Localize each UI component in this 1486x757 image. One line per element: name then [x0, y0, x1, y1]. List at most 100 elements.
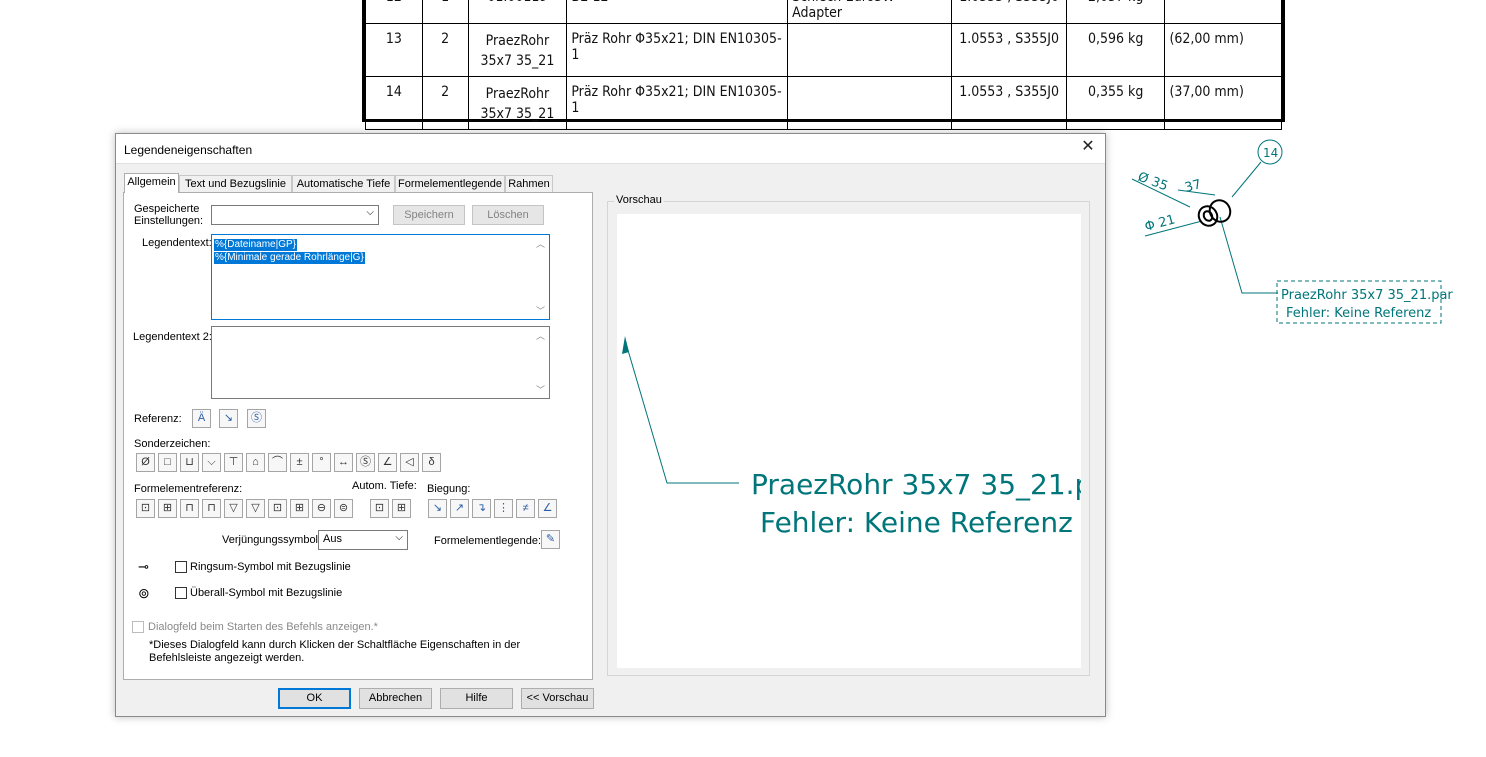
ok-button[interactable]: OK — [278, 688, 351, 709]
tab-text-bezugslinie[interactable]: Text und Bezugslinie — [179, 175, 292, 192]
feature-ref-thread-icon[interactable]: ⊞ — [158, 499, 177, 518]
auto-depth-hole-icon[interactable]: ⊡ — [370, 499, 389, 518]
feature-ref-cs-depth-icon[interactable]: ▽ — [246, 499, 265, 518]
taper-value: Aus — [323, 533, 342, 545]
preview-leader-line — [624, 339, 739, 484]
show-on-start-label: Dialogfeld beim Starten des Befehls anze… — [148, 621, 378, 633]
ueberall-label: Überall-Symbol mit Bezugslinie — [190, 587, 343, 599]
balloon-leader — [1231, 161, 1262, 198]
cell-mass: 0,596 kg — [1065, 23, 1166, 77]
feature-ref-pipe-icon[interactable]: ⊖ — [312, 499, 331, 518]
tube-icon — [1197, 199, 1232, 227]
cell-notes — [787, 23, 953, 77]
table-row: 14 2 PraezRohr 35x7 35_21 Präz Rohr Φ35x… — [365, 76, 1282, 130]
feature-ref-slot-thread-icon[interactable]: ⊞ — [290, 499, 309, 518]
bend-direction-icon[interactable]: ↘ — [428, 499, 447, 518]
bend-dimension-icon[interactable]: ∠ — [538, 499, 557, 518]
delete-button[interactable]: Löschen — [472, 205, 544, 225]
ringsum-checkbox[interactable] — [175, 561, 187, 573]
cell-name: PraezRohr 35x7 35_21 — [467, 76, 568, 130]
table-row: 12 1 01.00119 BE-12 Schlech-Euro3W-Adapt… — [365, 0, 1282, 24]
slope-icon[interactable]: ⌂ — [246, 453, 265, 472]
tab-allgemein[interactable]: Allgemein — [124, 173, 179, 193]
legend-text2-scrollbar[interactable]: ︿ ﹀ — [532, 327, 549, 398]
reference-st-icon[interactable]: Ⓢ — [247, 409, 266, 428]
preview-text-line1: PraezRohr 35x7 35_21.par — [751, 468, 1081, 501]
angle-icon[interactable]: ∠ — [378, 453, 397, 472]
cell-material: 1.0553 , S355J0 — [951, 23, 1067, 77]
close-icon[interactable]: ✕ — [1079, 138, 1097, 156]
save-button[interactable]: Speichern — [393, 205, 465, 225]
plus-minus-icon[interactable]: ± — [290, 453, 309, 472]
preview-group-label: Vorschau — [614, 194, 664, 206]
cancel-button[interactable]: Abbrechen — [359, 688, 432, 709]
auto-depth-label: Autom. Tiefe: — [352, 480, 417, 492]
degree-icon[interactable]: ° — [312, 453, 331, 472]
legend-text2-field[interactable]: ︿ ﹀ — [211, 326, 550, 399]
cell-qty: 1 — [421, 0, 469, 24]
preview-canvas: PraezRohr 35x7 35_21.par Fehler: Keine R… — [617, 214, 1081, 668]
taper-label: Verjüngungssymbol: — [222, 534, 322, 546]
between-icon[interactable]: ↔ — [334, 453, 353, 472]
ueberall-checkbox[interactable] — [175, 587, 187, 599]
arc-icon[interactable]: ⌒ — [268, 453, 287, 472]
cell-description: BE-12 — [566, 0, 789, 24]
preview-group: Vorschau PraezRohr 35x7 35_21.par Fehler… — [607, 194, 1090, 676]
cell-name: PraezRohr 35x7 35_21 — [467, 23, 568, 77]
cell-length — [1164, 0, 1282, 24]
legend-text-line2: %{Minimale gerade Rohrlänge|G} — [214, 252, 365, 264]
saved-settings-label: Gespeicherte Einstellungen: — [134, 203, 203, 227]
tab-automatische-tiefe[interactable]: Automatische Tiefe — [292, 175, 395, 192]
depth-icon[interactable]: ⊤ — [224, 453, 243, 472]
bend-angle-icon[interactable]: ↗ — [450, 499, 469, 518]
diameter-icon[interactable]: Ø — [136, 453, 155, 472]
ueberall-symbol-icon: ⊚ — [138, 585, 150, 601]
reference-text-icon[interactable]: Ä — [192, 409, 211, 428]
statistical-icon[interactable]: Ⓢ — [356, 453, 375, 472]
cell-description: Präz Rohr Φ35x21; DIN EN10305-1 — [566, 23, 789, 77]
balloon-number: 14 — [1263, 146, 1278, 160]
feature-ref-countersink-icon[interactable]: ▽ — [224, 499, 243, 518]
legend-text-label: Legendentext: — [142, 237, 212, 249]
saved-settings-label-line2: Einstellungen: — [134, 215, 204, 227]
cell-description: Präz Rohr Φ35x21; DIN EN10305-1 — [566, 76, 789, 130]
callout-line2: Fehler: Keine Referenz — [1286, 306, 1431, 321]
delta-icon[interactable]: δ — [422, 453, 441, 472]
feature-legend-icon[interactable]: ✎ — [541, 530, 560, 549]
reference-arrow-icon[interactable]: ↘ — [219, 409, 238, 428]
auto-depth-thread-icon[interactable]: ⊞ — [392, 499, 411, 518]
countersink-icon[interactable]: ⌵ — [202, 453, 221, 472]
bend-count-icon[interactable]: ≠ — [516, 499, 535, 518]
ringsum-label: Ringsum-Symbol mit Bezugslinie — [190, 561, 351, 573]
cell-name-line2: 35x7 35_21 — [480, 106, 555, 122]
chevron-down-icon: ⌵ — [395, 532, 403, 543]
footnote-line2: Befehlsleiste angezeigt werden. — [149, 652, 305, 664]
reference-label: Referenz: — [134, 413, 182, 425]
preview-text-line2: Fehler: Keine Referenz — [760, 506, 1073, 539]
show-on-start-checkbox[interactable] — [132, 621, 144, 633]
legend-text-field[interactable]: %{Dateiname|GP} %{Minimale gerade Rohrlä… — [211, 234, 550, 320]
feature-ref-cb-depth-icon[interactable]: ⊓ — [202, 499, 221, 518]
bend-label: Biegung: — [427, 483, 471, 495]
feature-ref-hole-icon[interactable]: ⊡ — [136, 499, 155, 518]
tab-formelementlegende[interactable]: Formelementlegende — [395, 175, 505, 192]
taper-combo[interactable]: Aus ⌵ — [318, 530, 408, 550]
dim-outer-label: Ø 35 — [1136, 170, 1170, 195]
cell-material: 1.0553 , S355J0 — [951, 76, 1067, 130]
square-icon[interactable]: □ — [158, 453, 177, 472]
cell-name-line1: PraezRohr — [485, 33, 550, 49]
saved-settings-label-line1: Gespeicherte — [134, 203, 200, 215]
feature-ref-slot-icon[interactable]: ⊡ — [268, 499, 287, 518]
taper-icon[interactable]: ◁ — [400, 453, 419, 472]
footnote-line1: *Dieses Dialogfeld kann durch Klicken de… — [149, 639, 521, 651]
feature-ref-pipe-end-icon[interactable]: ⊜ — [334, 499, 353, 518]
bend-radius-icon[interactable]: ↴ — [472, 499, 491, 518]
feature-ref-counterbore-icon[interactable]: ⊓ — [180, 499, 199, 518]
preview-toggle-button[interactable]: << Vorschau — [521, 688, 594, 709]
saved-settings-combo[interactable]: ⌵ — [211, 205, 379, 225]
counterbore-icon[interactable]: ⊔ — [180, 453, 199, 472]
bend-sequence-icon[interactable]: ⋮ — [494, 499, 513, 518]
legend-text-scrollbar[interactable]: ︿ ﹀ — [532, 235, 549, 319]
tab-rahmen[interactable]: Rahmen — [505, 175, 553, 192]
help-button[interactable]: Hilfe — [440, 688, 513, 709]
